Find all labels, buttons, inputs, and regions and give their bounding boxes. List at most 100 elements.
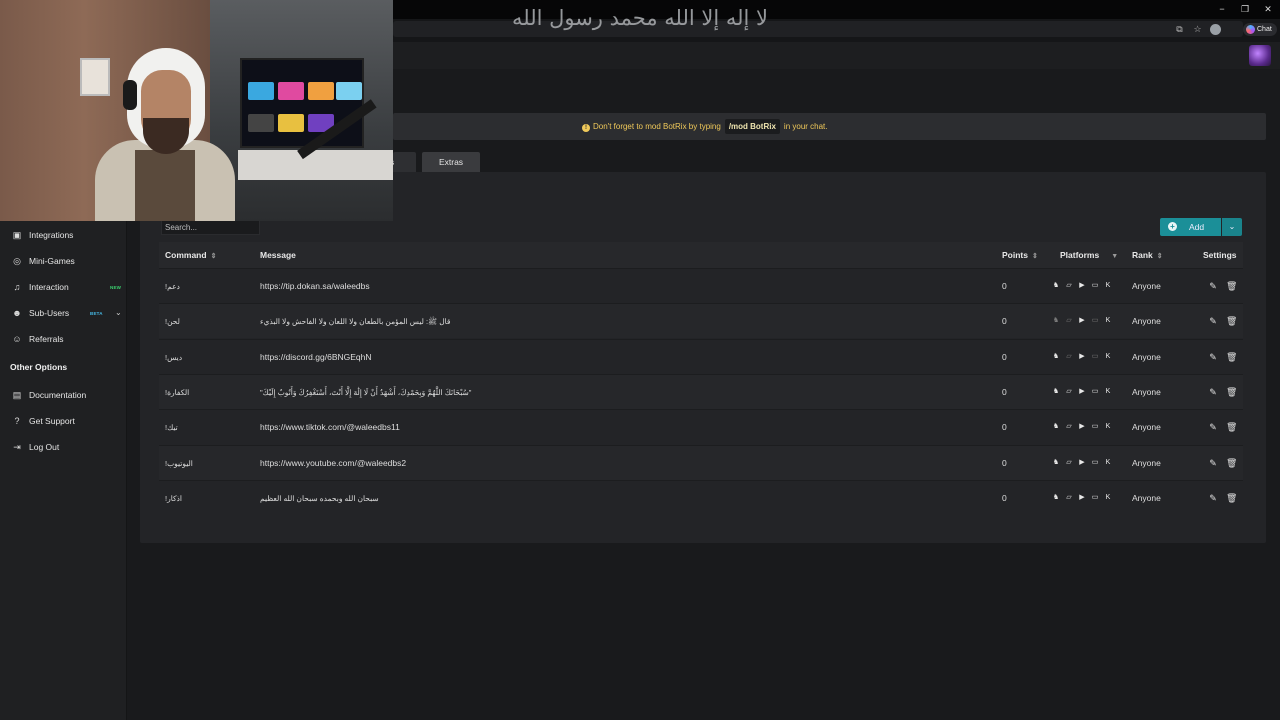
rank-cell: Anyone: [1132, 386, 1161, 397]
delete-icon[interactable]: 🗑: [1226, 352, 1237, 362]
message-cell: https://www.tiktok.com/@waleedbs11: [260, 422, 400, 433]
tv-tile: [336, 82, 362, 100]
table-row: دعم! https://tip.dokan.sa/waleedbs 0 ♞ ▱ ▶ ▭ K A…: [159, 268, 1243, 303]
command-header[interactable]: Command ⇕: [165, 242, 216, 270]
kick-icon: K: [1105, 423, 1111, 431]
webcam-streamer: [95, 30, 235, 221]
edit-icon[interactable]: ✎: [1208, 493, 1218, 503]
sort-icon: ⇕: [1031, 253, 1038, 260]
chat-button[interactable]: Chat: [1243, 23, 1277, 36]
command-cell: تيك!: [165, 423, 178, 433]
edit-icon[interactable]: ✎: [1208, 316, 1218, 326]
table-row: تيك! https://www.tiktok.com/@waleedbs11 0 ♞…: [159, 409, 1243, 445]
command-cell: اذكار!: [165, 493, 182, 503]
table-header: Command ⇕ Message Points ⇕ Platforms ▼ Rank…: [159, 242, 1243, 268]
rank-header-label: Rank: [1132, 250, 1153, 260]
user-avatar[interactable]: [1249, 45, 1271, 66]
delete-icon[interactable]: 🗑: [1226, 316, 1237, 326]
platforms-cell: ♞ ▱ ▶ ▭ K: [1052, 459, 1114, 468]
filter-icon[interactable]: ▼: [1111, 253, 1118, 260]
edit-icon[interactable]: ✎: [1208, 422, 1218, 432]
points-cell: 0: [1002, 386, 1007, 397]
profile-icon[interactable]: [1210, 24, 1221, 35]
command-cell: الكفارة!: [165, 387, 190, 397]
points-cell: 0: [1002, 422, 1007, 433]
minimize-button[interactable]: −: [1216, 3, 1228, 15]
delete-icon[interactable]: 🗑: [1226, 493, 1237, 503]
search-input[interactable]: [161, 220, 260, 235]
tv-tile: [248, 114, 274, 132]
platforms-cell: ♞ ▱ ▶ ▭ K: [1052, 494, 1114, 503]
streamer-robe: [135, 150, 195, 221]
youtube-icon: ▶: [1079, 352, 1085, 360]
kick-icon: K: [1105, 352, 1111, 360]
points-header[interactable]: Points ⇕: [1002, 242, 1038, 270]
rank-cell: Anyone: [1132, 281, 1161, 291]
youtube-icon: ▶: [1079, 317, 1085, 325]
book-icon: ▤: [12, 390, 22, 400]
tab-users[interactable]: rs: [387, 152, 416, 172]
users-icon: ☻: [12, 308, 22, 318]
tv-tile: [278, 114, 304, 132]
tab-extras[interactable]: Extras: [422, 152, 480, 172]
bookmark-star-icon[interactable]: ☆: [1192, 24, 1203, 35]
delete-icon[interactable]: 🗑: [1226, 281, 1237, 291]
add-dropdown-button[interactable]: ⌄: [1222, 218, 1242, 236]
notice-text-post: in your chat.: [783, 122, 828, 131]
command-cell: اليوتيوب!: [165, 458, 193, 468]
message-header: Message: [260, 250, 296, 260]
twitch-icon: ▱: [1066, 317, 1072, 325]
botrix-icon: ♞: [1052, 352, 1060, 360]
logout-icon: ⇥: [13, 442, 21, 452]
trovo-icon: ▭: [1091, 423, 1099, 431]
rank-cell: Anyone: [1132, 422, 1161, 433]
table-row: اذكار! سبحان الله وبحمده سبحان الله العظي…: [159, 479, 1243, 515]
youtube-icon: ▶: [1079, 387, 1085, 395]
close-window-button[interactable]: ✕: [1262, 3, 1274, 15]
rank-header[interactable]: Rank ⇕: [1132, 242, 1163, 270]
sidebar-item-log-out[interactable]: ⇥ Log Out: [10, 439, 125, 455]
tv-tile: [278, 82, 304, 100]
edit-icon[interactable]: ✎: [1208, 281, 1218, 291]
restore-button[interactable]: ❐: [1239, 3, 1251, 15]
points-cell: 0: [1002, 281, 1007, 291]
extensions-icon[interactable]: ⧉: [1174, 24, 1185, 35]
sidebar-item-sub-users[interactable]: ☻ Sub-Users BETA ⌄: [10, 305, 125, 321]
table-row: ديس! https://discord.gg/6BNGEqhN 0 ♞ ▱ ▶ ▭ K Any…: [159, 338, 1243, 374]
twitch-icon: ▱: [1066, 352, 1072, 360]
twitch-icon: ▱: [1066, 387, 1072, 395]
sort-icon: ⇕: [210, 253, 217, 260]
webcam-tv: [240, 58, 364, 148]
platforms-cell: ♞ ▱ ▶ ▭ K: [1052, 388, 1114, 397]
twitch-icon: ▱: [1066, 423, 1072, 431]
other-options-heading: Other Options: [10, 362, 68, 372]
delete-icon[interactable]: 🗑: [1226, 422, 1237, 432]
edit-icon[interactable]: ✎: [1208, 387, 1218, 397]
tv-tile: [248, 82, 274, 100]
sidebar-item-mini-games[interactable]: ◎ Mini-Games: [10, 253, 125, 269]
add-command-button[interactable]: + Add: [1160, 218, 1221, 236]
botrix-icon: ♞: [1052, 458, 1060, 466]
music-note-icon: ♫: [13, 282, 21, 292]
sidebar-item-referrals[interactable]: ☺ Referrals: [10, 331, 125, 347]
plus-icon: +: [1168, 222, 1177, 231]
gamepad-icon: ◎: [13, 256, 21, 266]
commands-table: Command ⇕ Message Points ⇕ Platforms ▼ Rank…: [159, 242, 1243, 515]
sidebar-item-integrations[interactable]: ▣ Integrations: [10, 227, 125, 243]
delete-icon[interactable]: 🗑: [1226, 458, 1237, 468]
edit-icon[interactable]: ✎: [1208, 352, 1218, 362]
sidebar-item-get-support[interactable]: ? Get Support: [10, 413, 125, 429]
delete-icon[interactable]: 🗑: [1226, 387, 1237, 397]
edit-icon[interactable]: ✎: [1208, 458, 1218, 468]
sort-icon: ⇕: [1156, 253, 1163, 260]
chevron-down-icon[interactable]: ⌄: [115, 305, 122, 321]
sidebar-badge: BETA: [90, 311, 103, 316]
command-cell: لحن!: [165, 317, 180, 327]
table-row: لحن! قال ﷺ: ليس المؤمن بالطعان ولا اللعان…: [159, 303, 1243, 339]
platforms-cell: ♞ ▱ ▶ ▭ K: [1052, 423, 1114, 432]
sidebar-item-label: Mini-Games: [29, 256, 75, 266]
platforms-header[interactable]: Platforms ▼: [1060, 242, 1118, 270]
sidebar-item-documentation[interactable]: ▤ Documentation: [10, 387, 125, 403]
sidebar-item-interaction[interactable]: ♫ Interaction NEW: [10, 279, 125, 295]
twitch-icon: ▱: [1066, 282, 1072, 289]
